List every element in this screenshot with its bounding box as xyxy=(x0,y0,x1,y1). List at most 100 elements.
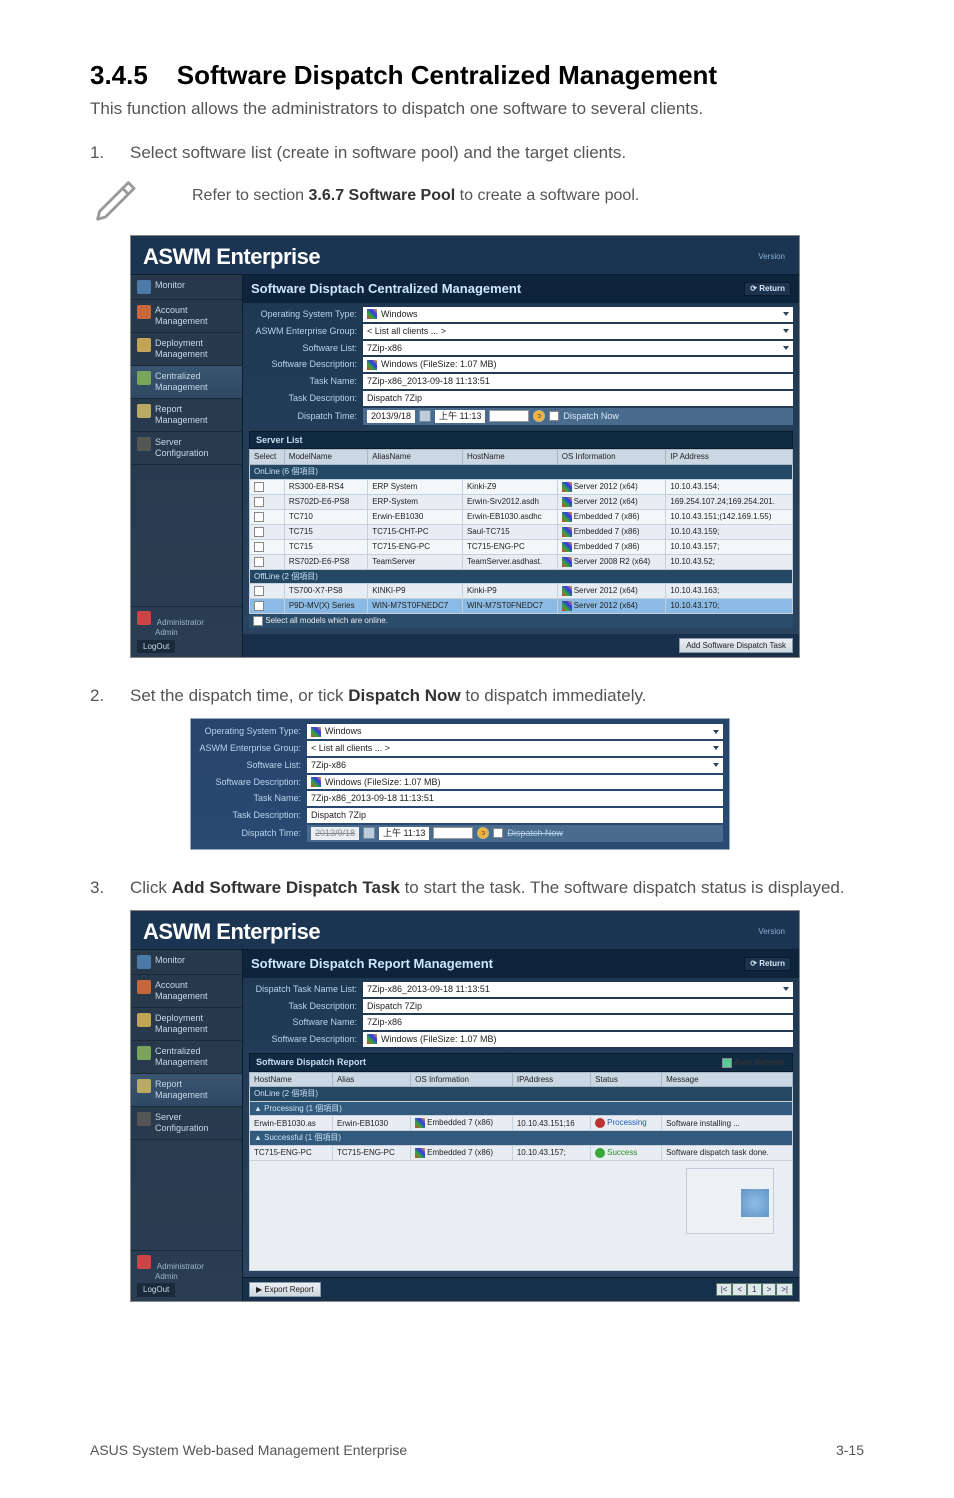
table-header-row: HostNameAliasOS InformationIPAddressStat… xyxy=(250,1072,793,1087)
dispatch-now-checkbox[interactable] xyxy=(549,411,559,421)
logout-button[interactable]: LogOut xyxy=(137,1283,175,1297)
field-sw-list-2[interactable]: 7Zip-x86 xyxy=(307,758,723,773)
table-row[interactable]: TC715TC715-ENG-PCTC715-ENG-PCEmbedded 7 … xyxy=(250,539,793,554)
windows-icon xyxy=(562,512,572,522)
table-row[interactable]: RS702D-E6-PS8ERP-SystemErwin-Srv2012.asd… xyxy=(250,494,793,509)
auto-refresh-checkbox[interactable] xyxy=(722,1058,732,1068)
admin-label: Administrator xyxy=(137,611,236,628)
admin-sub: Admin xyxy=(155,1272,236,1282)
windows-icon xyxy=(562,497,572,507)
time-input[interactable]: 上午 11:13 xyxy=(435,410,485,423)
label-task-name: Task Name: xyxy=(249,376,363,387)
windows-icon xyxy=(367,309,377,319)
sidebar-item-server-config[interactable]: Server Configuration xyxy=(131,1107,242,1140)
refresh-icon[interactable] xyxy=(533,410,545,422)
table-row[interactable]: RS702D-E6-PS8TeamServerTeamServer.asdhas… xyxy=(250,554,793,569)
refresh-icon[interactable] xyxy=(477,827,489,839)
sidebar-item-account[interactable]: Account Management xyxy=(131,975,242,1008)
return-button-2[interactable]: ⟳ Return xyxy=(744,957,791,971)
report-icon xyxy=(137,1079,151,1093)
sidebar-item-deployment[interactable]: Deployment Management xyxy=(131,1008,242,1041)
row-checkbox[interactable] xyxy=(254,542,264,552)
success-icon xyxy=(595,1148,605,1158)
field-sw-list[interactable]: 7Zip-x86 xyxy=(363,341,793,356)
table-row[interactable]: TC715-ENG-PCTC715-ENG-PCEmbedded 7 (x86)… xyxy=(250,1146,793,1161)
select-all-row[interactable]: Select all models which are online. xyxy=(249,614,793,628)
sidebar-item-deployment[interactable]: Deployment Management xyxy=(131,333,242,366)
pager-prev[interactable]: < xyxy=(732,1283,747,1297)
calendar-icon[interactable] xyxy=(419,410,431,422)
step-2: 2. Set the dispatch time, or tick Dispat… xyxy=(90,686,864,706)
table-row[interactable]: Erwin-EB1030.asErwin-EB1030Embedded 7 (x… xyxy=(250,1116,793,1131)
sidebar-item-report[interactable]: Report Management xyxy=(131,1074,242,1107)
windows-icon xyxy=(562,527,572,537)
row-checkbox[interactable] xyxy=(254,557,264,567)
page-footer: ASUS System Web-based Management Enterpr… xyxy=(90,1442,864,1458)
row-checkbox[interactable] xyxy=(254,527,264,537)
group-processing[interactable]: ▲ Processing (1 個項目) xyxy=(250,1101,793,1116)
auto-refresh[interactable]: Auto Refresh xyxy=(722,1058,784,1068)
pager[interactable]: |< < 1 > >| xyxy=(716,1283,793,1297)
field-task-name[interactable]: 7Zip-x86_2013-09-18 11:13:51 xyxy=(363,374,793,389)
table-row[interactable]: RS300-E8-RS4ERP SystemKinki-Z9Server 201… xyxy=(250,479,793,494)
group-successful[interactable]: ▲ Successful (1 個項目) xyxy=(250,1131,793,1146)
sidebar-item-report[interactable]: Report Management xyxy=(131,399,242,432)
row-checkbox[interactable] xyxy=(254,601,264,611)
sidebar-item-account[interactable]: Account Management xyxy=(131,300,242,333)
server-config-icon xyxy=(137,437,151,451)
pager-first[interactable]: |< xyxy=(716,1283,733,1297)
step-3: 3. Click Add Software Dispatch Task to s… xyxy=(90,878,864,898)
calendar-icon[interactable] xyxy=(363,827,375,839)
row-checkbox[interactable] xyxy=(254,512,264,522)
field-task-desc-3: Dispatch 7Zip xyxy=(363,999,793,1014)
windows-icon xyxy=(367,360,377,370)
group-offline[interactable]: OffLine (2 個項目) xyxy=(250,569,793,584)
pager-next[interactable]: > xyxy=(762,1283,777,1297)
logout-button[interactable]: LogOut xyxy=(137,640,175,654)
processing-icon xyxy=(595,1118,605,1128)
group-online[interactable]: OnLine (6 個項目) xyxy=(250,464,793,479)
row-checkbox[interactable] xyxy=(254,497,264,507)
field-task-name-2[interactable]: 7Zip-x86_2013-09-18 11:13:51 xyxy=(307,791,723,806)
field-dtnl[interactable]: 7Zip-x86_2013-09-18 11:13:51 xyxy=(363,982,793,997)
field-task-desc-2[interactable]: Dispatch 7Zip xyxy=(307,808,723,823)
field-group-2[interactable]: < List all clients ... > xyxy=(307,741,723,756)
return-button[interactable]: ⟳ Return xyxy=(744,282,791,296)
select-all-checkbox[interactable] xyxy=(253,616,263,626)
sidebar-item-monitor[interactable]: Monitor xyxy=(131,275,242,300)
row-checkbox[interactable] xyxy=(254,482,264,492)
time-spinner-2[interactable] xyxy=(433,827,473,839)
time-spinner[interactable] xyxy=(489,410,529,422)
sidebar-item-server-config[interactable]: Server Configuration xyxy=(131,432,242,465)
dispatch-now-checkbox-2[interactable] xyxy=(493,828,503,838)
sidebar-item-monitor[interactable]: Monitor xyxy=(131,950,242,975)
sidebar-item-centralized[interactable]: Centralized Management xyxy=(131,366,242,399)
dispatch-now-label-2: Dispatch Now xyxy=(507,828,563,839)
date-input[interactable]: 2013/9/18 xyxy=(367,410,415,423)
content-title-2: Software Dispatch Report Management xyxy=(251,956,493,972)
report-table: HostNameAliasOS InformationIPAddressStat… xyxy=(249,1072,793,1161)
export-report-button[interactable]: ▶ Export Report xyxy=(249,1282,321,1297)
row-checkbox[interactable] xyxy=(254,586,264,596)
table-row[interactable]: TC715TC715-CHT-PCSaul-TC715Embedded 7 (x… xyxy=(250,524,793,539)
time-input-2[interactable]: 上午 11:13 xyxy=(379,827,429,840)
windows-icon xyxy=(367,1034,377,1044)
table-row[interactable]: TC710Erwin-EB1030Erwin-EB1030.asdhcEmbed… xyxy=(250,509,793,524)
sidebar-item-centralized[interactable]: Centralized Management xyxy=(131,1041,242,1074)
section-heading: 3.4.5 Software Dispatch Centralized Mana… xyxy=(90,60,864,91)
table-row[interactable]: P9D-MV(X) SeriesWIN-M7ST0FNEDC7WIN-M7ST0… xyxy=(250,599,793,614)
sidebar: Monitor Account Management Deployment Ma… xyxy=(131,275,243,657)
admin-icon xyxy=(137,1255,151,1269)
add-software-dispatch-task-button[interactable]: Add Software Dispatch Task xyxy=(679,638,793,653)
field-os-type[interactable]: Windows xyxy=(363,307,793,322)
pager-last[interactable]: >| xyxy=(776,1283,793,1297)
field-task-desc[interactable]: Dispatch 7Zip xyxy=(363,391,793,406)
field-dispatch-time-2: 2013/9/18 上午 11:13 Dispatch Now xyxy=(307,825,723,842)
group-online-2[interactable]: OnLine (2 個項目) xyxy=(250,1087,793,1102)
pager-page[interactable]: 1 xyxy=(747,1283,761,1297)
table-row[interactable]: TS700-X7-PS8KINKI-P9Kinki-P9Server 2012 … xyxy=(250,584,793,599)
label-os-type: Operating System Type: xyxy=(249,309,363,320)
field-group[interactable]: < List all clients ... > xyxy=(363,324,793,339)
report-icon xyxy=(137,404,151,418)
field-os-type-2[interactable]: Windows xyxy=(307,724,723,739)
